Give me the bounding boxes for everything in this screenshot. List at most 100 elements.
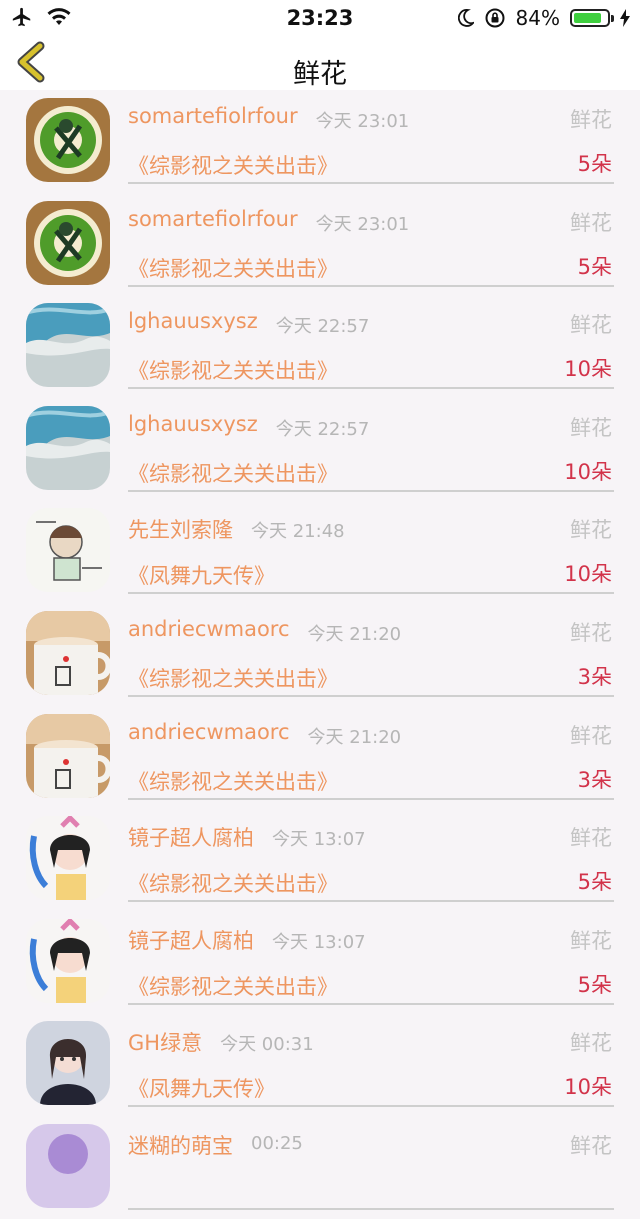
- avatar-anime-girl: [26, 816, 110, 901]
- user-name[interactable]: 镜子超人腐柏: [128, 822, 254, 852]
- avatar-green-warrior: [26, 98, 110, 182]
- avatar[interactable]: [26, 713, 110, 798]
- row-divider: [128, 387, 614, 390]
- timestamp: 今天 21:20: [307, 726, 402, 748]
- list-item[interactable]: 先生刘索隆 今天 21:48 鲜花 《凤舞九天传》 10朵: [0, 500, 640, 603]
- avatar[interactable]: [26, 918, 110, 1003]
- flower-count: 10朵: [564, 459, 612, 484]
- book-title[interactable]: 《综影视之关关出击》: [128, 766, 338, 796]
- avatar[interactable]: [26, 610, 110, 695]
- user-name[interactable]: lghauusxysz: [128, 309, 258, 333]
- user-name[interactable]: 迷糊的萌宝: [128, 1130, 233, 1160]
- timestamp: 今天 00:31: [220, 1034, 314, 1056]
- gift-type: 鲜花: [570, 1133, 612, 1158]
- row-divider: [128, 182, 614, 184]
- gift-type: 鲜花: [570, 210, 612, 235]
- user-name[interactable]: 镜子超人腐柏: [128, 925, 254, 955]
- gift-type: 鲜花: [570, 518, 612, 543]
- avatar-dark-girl: [26, 1021, 110, 1106]
- list-item[interactable]: somartefiolrfour 今天 23:01 鲜花 《综影视之关关出击》 5朵: [0, 90, 640, 193]
- gift-type: 鲜花: [570, 928, 612, 953]
- avatar-mug: [26, 713, 110, 798]
- moon-icon: [457, 9, 474, 27]
- gift-type: 鲜花: [570, 1031, 612, 1056]
- flower-count: 5朵: [577, 972, 612, 997]
- row-divider: [128, 489, 614, 492]
- user-name[interactable]: somartefiolrfour: [128, 104, 298, 128]
- battery-icon: [570, 9, 614, 27]
- timestamp: 今天 13:07: [272, 931, 366, 953]
- flower-count: 10朵: [564, 1075, 612, 1100]
- book-title[interactable]: 《综影视之关关出击》: [128, 663, 338, 693]
- book-title[interactable]: 《综影视之关关出击》: [128, 355, 338, 385]
- book-title[interactable]: 《综影视之关关出击》: [128, 458, 338, 488]
- row-divider: [128, 1002, 614, 1005]
- user-name[interactable]: GH绿意: [128, 1027, 202, 1057]
- row-divider: [128, 592, 614, 595]
- list-item[interactable]: andriecwmaorc 今天 21:20 鲜花《综影视之关关出击》 3朵: [0, 603, 640, 706]
- book-title[interactable]: 《凤舞九天传》: [128, 560, 275, 590]
- row-divider: [128, 1207, 614, 1210]
- avatar[interactable]: [26, 303, 110, 388]
- avatar-anime-girl: [26, 918, 110, 1003]
- timestamp: 今天 22:57: [275, 418, 370, 440]
- avatar[interactable]: [26, 200, 110, 285]
- flower-count: 5朵: [577, 254, 612, 279]
- navigation-bar: 鲜花: [0, 36, 640, 90]
- avatar-sketch: [26, 508, 110, 593]
- battery-percent: 84%: [515, 6, 560, 30]
- book-title[interactable]: 《综影视之关关出击》: [128, 971, 338, 1001]
- list-item[interactable]: lghauusxysz 今天 22:57 鲜花《综影视之关关出击》 10朵: [0, 398, 640, 501]
- row-divider: [128, 900, 614, 903]
- avatar[interactable]: [26, 508, 110, 593]
- battery-nub: [611, 15, 614, 22]
- avatar[interactable]: [26, 98, 110, 182]
- avatar[interactable]: [26, 405, 110, 490]
- rotation-lock-icon: [485, 8, 505, 28]
- gift-type: 鲜花: [570, 313, 612, 338]
- status-right: 84%: [457, 6, 630, 30]
- list-item[interactable]: 镜子超人腐柏 今天 13:07 鲜花 《综影视之关关出击》 5朵: [0, 808, 640, 911]
- user-name[interactable]: andriecwmaorc: [128, 720, 290, 744]
- avatar-purple: [26, 1123, 110, 1208]
- avatar[interactable]: [26, 1021, 110, 1106]
- user-name[interactable]: somartefiolrfour: [128, 207, 298, 231]
- user-name[interactable]: lghauusxysz: [128, 412, 258, 436]
- row-divider: [128, 1105, 614, 1108]
- timestamp: 今天 21:20: [307, 623, 402, 645]
- flower-count: 5朵: [577, 152, 612, 176]
- book-title[interactable]: 《凤舞九天传》: [128, 1073, 275, 1103]
- gift-type: 鲜花: [570, 826, 612, 851]
- flower-gift-list[interactable]: somartefiolrfour 今天 23:01 鲜花 《综影视之关关出击》 5朵 so…: [0, 90, 640, 1219]
- battery-fill: [574, 13, 601, 23]
- avatar[interactable]: [26, 1123, 110, 1208]
- row-divider: [128, 797, 614, 800]
- list-item[interactable]: andriecwmaorc 今天 21:20 鲜花 《综影视之关关出击》 3朵: [0, 706, 640, 809]
- page-title: 鲜花: [293, 59, 347, 90]
- gift-type: 鲜花: [570, 415, 612, 440]
- flower-count: 3朵: [577, 664, 612, 689]
- list-item[interactable]: 镜子超人腐柏 今天 13:07 鲜花《综影视之关关出击》 5朵: [0, 911, 640, 1014]
- avatar[interactable]: [26, 816, 110, 901]
- row-divider: [128, 694, 614, 697]
- avatar-beach: [26, 303, 110, 388]
- book-title[interactable]: 《综影视之关关出击》: [128, 868, 338, 898]
- list-item[interactable]: somartefiolrfour 今天 23:01 鲜花 《综影视之关关出击》 5朵: [0, 193, 640, 296]
- user-name[interactable]: 先生刘索隆: [128, 514, 233, 544]
- row-divider: [128, 284, 614, 287]
- charging-icon: [620, 9, 630, 27]
- book-title[interactable]: 《综影视之关关出击》: [128, 150, 338, 180]
- timestamp: 今天 21:48: [251, 521, 345, 543]
- flower-count: 3朵: [577, 767, 612, 792]
- list-item[interactable]: GH绿意 今天 00:31 鲜花《凤舞九天传》 10朵: [0, 1013, 640, 1116]
- user-name[interactable]: andriecwmaorc: [128, 617, 290, 641]
- avatar-green-warrior: [26, 200, 110, 285]
- gift-type: 鲜花: [570, 620, 612, 645]
- list-item[interactable]: 迷糊的萌宝 00:25 鲜花: [0, 1116, 640, 1219]
- avatar-mug: [26, 610, 110, 695]
- list-item[interactable]: lghauusxysz 今天 22:57 鲜花 《综影视之关关出击》 10朵: [0, 295, 640, 398]
- timestamp: 00:25: [251, 1132, 303, 1154]
- book-title[interactable]: 《综影视之关关出击》: [128, 253, 338, 283]
- timestamp: 今天 22:57: [275, 316, 370, 338]
- gift-type: 鲜花: [570, 108, 612, 132]
